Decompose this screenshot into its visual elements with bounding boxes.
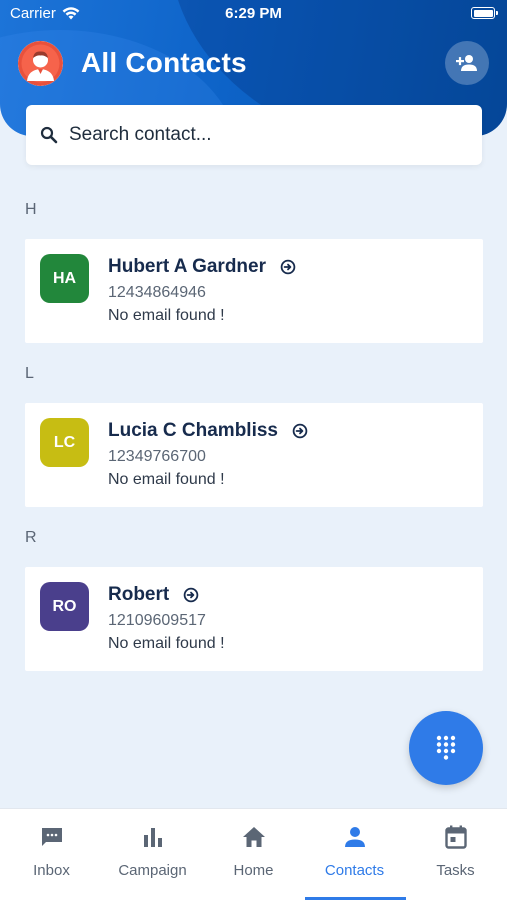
tab-tasks[interactable]: Tasks bbox=[405, 809, 506, 900]
contact-card[interactable]: HA Hubert A Gardner 12434864946 No email… bbox=[25, 239, 483, 343]
contact-phone: 12434864946 bbox=[108, 284, 206, 301]
add-contact-button[interactable] bbox=[445, 41, 489, 85]
profile-avatar[interactable] bbox=[18, 41, 63, 86]
section-header-h: H bbox=[25, 201, 37, 218]
contact-initials: RO bbox=[40, 582, 89, 631]
tab-label: Contacts bbox=[324, 862, 385, 879]
arrow-circle-right-icon[interactable] bbox=[292, 423, 308, 439]
section-header-l: L bbox=[25, 365, 34, 382]
battery-icon bbox=[471, 7, 498, 19]
calendar-icon bbox=[444, 825, 468, 849]
tab-label: Tasks bbox=[436, 862, 475, 879]
contact-name: Hubert A Gardner bbox=[108, 256, 267, 277]
section-header-r: R bbox=[25, 529, 37, 546]
tab-home[interactable]: Home bbox=[203, 809, 304, 900]
contact-name: Robert bbox=[108, 584, 170, 605]
contact-phone: 12349766700 bbox=[108, 448, 206, 465]
tab-label: Home bbox=[233, 862, 274, 879]
dialpad-icon bbox=[436, 735, 456, 760]
page-title: All Contacts bbox=[81, 47, 247, 78]
tab-campaign[interactable]: Campaign bbox=[102, 809, 203, 900]
contact-card[interactable]: RO Robert 12109609517 No email found ! bbox=[25, 567, 483, 671]
search-icon bbox=[39, 125, 59, 145]
user-avatar-icon bbox=[18, 41, 63, 86]
arrow-circle-right-icon[interactable] bbox=[183, 587, 199, 603]
search-bar bbox=[26, 105, 482, 165]
contact-phone: 12109609517 bbox=[108, 612, 206, 629]
contact-name: Lucia C Chambliss bbox=[108, 420, 278, 441]
person-add-icon bbox=[456, 55, 477, 71]
search-input[interactable] bbox=[69, 124, 449, 146]
person-icon bbox=[343, 825, 367, 849]
dialpad-button[interactable] bbox=[409, 711, 483, 785]
bar-chart-icon bbox=[141, 825, 165, 849]
contact-email: No email found ! bbox=[108, 471, 225, 488]
contact-initials: LC bbox=[40, 418, 89, 467]
contact-email: No email found ! bbox=[108, 307, 225, 324]
tab-label: Inbox bbox=[33, 862, 70, 879]
contact-email: No email found ! bbox=[108, 635, 225, 652]
status-bar: Carrier 6:29 PM bbox=[0, 0, 507, 28]
bottom-tab-bar: Inbox Campaign Home Contacts Tasks bbox=[0, 808, 507, 900]
contact-initials: HA bbox=[40, 254, 89, 303]
chat-icon bbox=[40, 825, 64, 849]
contact-card[interactable]: LC Lucia C Chambliss 12349766700 No emai… bbox=[25, 403, 483, 507]
tab-contacts[interactable]: Contacts bbox=[304, 809, 405, 900]
status-time: 6:29 PM bbox=[225, 5, 282, 22]
home-icon bbox=[242, 825, 266, 849]
arrow-circle-right-icon[interactable] bbox=[280, 259, 296, 275]
tab-label: Campaign bbox=[118, 862, 187, 879]
tab-inbox[interactable]: Inbox bbox=[1, 809, 102, 900]
